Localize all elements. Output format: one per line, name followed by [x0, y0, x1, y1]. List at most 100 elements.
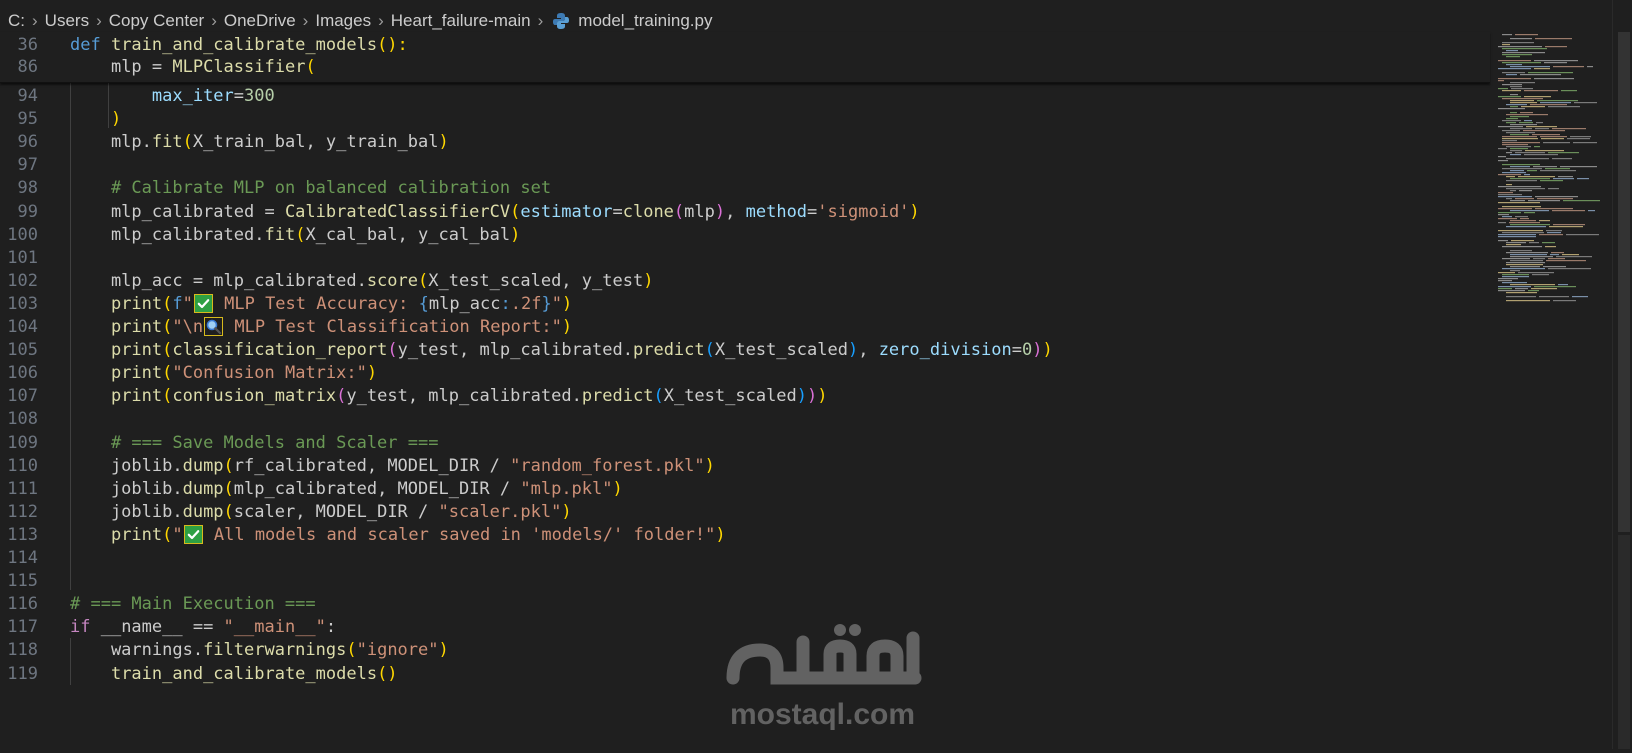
code-token: ( [162, 524, 173, 545]
minimap[interactable] [1490, 32, 1610, 749]
indent-guide [70, 82, 71, 591]
code-line[interactable]: 101 [0, 246, 1490, 270]
minimap-line [1506, 242, 1526, 244]
code-line[interactable]: 118 warnings.filterwarnings("ignore") [0, 638, 1490, 662]
chevron-right-icon: › [302, 11, 309, 30]
code-line[interactable]: 108 [0, 407, 1490, 431]
chevron-right-icon: › [378, 11, 384, 30]
code-token: , [725, 201, 746, 222]
breadcrumb-item[interactable]: Images [313, 11, 373, 31]
breadcrumb-item[interactable]: Users [43, 11, 91, 31]
code-line[interactable]: 110 joblib.dump(rf_calibrated, MODEL_DIR… [0, 454, 1490, 478]
code-line[interactable]: 116 # === Main Execution === [0, 592, 1490, 616]
breadcrumb-file[interactable]: model_training.py [576, 11, 714, 31]
minimap-line [1570, 136, 1591, 138]
code-text: # Calibrate MLP on balanced calibration … [70, 176, 551, 200]
breadcrumb-item[interactable]: Heart_failure-main [389, 11, 533, 31]
minimap-line [1502, 84, 1522, 86]
code-token: ) [1032, 340, 1043, 361]
code-line[interactable]: 109 # === Save Models and Scaler === [0, 431, 1490, 455]
minimap-line [1498, 60, 1531, 62]
minimap-line [1498, 240, 1508, 242]
code-line[interactable]: 94 max_iter=300 [0, 84, 1490, 108]
code-line[interactable]: 95 ) [0, 107, 1490, 131]
minimap-line [1560, 166, 1597, 168]
code-token: __name__ == [100, 617, 224, 638]
code-line[interactable]: 96 mlp.fit(X_train_bal, y_train_bal) [0, 130, 1490, 154]
code-line[interactable]: 114 [0, 546, 1490, 570]
minimap-line [1510, 210, 1549, 212]
code-token: MLPClassifier [172, 57, 306, 77]
code-line[interactable]: 117 if __name__ == "__main__": [0, 615, 1490, 639]
code-line[interactable]: 102 mlp_acc = mlp_calibrated.score(X_tes… [0, 269, 1490, 293]
line-number: 94 [17, 86, 38, 106]
minimap-line [1502, 142, 1540, 144]
minimap-line [1502, 62, 1541, 64]
minimap-line [1553, 178, 1574, 180]
minimap-line [1540, 102, 1571, 104]
scrollbar-thumb[interactable] [1618, 32, 1630, 532]
minimap-line [1515, 216, 1528, 218]
breadcrumb-item[interactable]: C: [6, 11, 27, 31]
code-line-sticky[interactable]: 86 mlp = MLPClassifier( [0, 55, 1490, 79]
code-line[interactable]: 115 [0, 569, 1490, 593]
code-text: mlp_calibrated.fit(X_cal_bal, y_cal_bal) [70, 223, 520, 247]
minimap-line [1510, 128, 1532, 130]
code-line[interactable]: 98 # Calibrate MLP on balanced calibrati… [0, 176, 1490, 200]
code-token: = [807, 201, 818, 222]
minimap-line [1553, 224, 1585, 226]
code-line[interactable]: 112 joblib.dump(scaler, MODEL_DIR / "sca… [0, 500, 1490, 524]
code-token: X_test_scaled, y_test [428, 270, 644, 291]
minimap-line [1519, 190, 1532, 192]
code-token: confusion_matrix [172, 386, 337, 407]
code-token: X_test_scaled [714, 340, 848, 361]
minimap-line [1506, 122, 1516, 124]
code-line[interactable]: 103 print(f" MLP Test Accuracy: {mlp_acc… [0, 292, 1490, 316]
minimap-line [1506, 262, 1545, 264]
code-line[interactable]: 104 print("\n MLP Test Classification Re… [0, 315, 1490, 339]
minimap-line [1529, 242, 1539, 244]
code-token: ) [909, 201, 920, 222]
code-token: " [551, 293, 562, 314]
minimap-line [1515, 34, 1538, 36]
code-line[interactable]: 99 mlp_calibrated = CalibratedClassifier… [0, 200, 1490, 224]
code-token: print [110, 340, 163, 361]
code-token: joblib. [70, 501, 183, 522]
code-line[interactable]: 105 print(classification_report(y_test, … [0, 338, 1490, 362]
code-editor[interactable]: 36 def train_and_calibrate_models(): 86 ml… [0, 32, 1490, 749]
code-token: ( [295, 224, 306, 245]
breadcrumb-item[interactable]: Copy Center [107, 11, 206, 31]
minimap-line [1510, 112, 1517, 114]
minimap-line [1502, 232, 1544, 234]
code-line-sticky[interactable]: 36 def train_and_calibrate_models(): [0, 33, 1490, 57]
minimap-line [1543, 142, 1570, 144]
minimap-line [1553, 300, 1576, 302]
code-line[interactable]: 97 [0, 153, 1490, 177]
minimap-line [1502, 34, 1512, 36]
code-line[interactable]: 107 print(confusion_matrix(y_test, mlp_c… [0, 384, 1490, 408]
code-token: "__main__" [223, 617, 326, 638]
code-line[interactable]: 111 joblib.dump(mlp_calibrated, MODEL_DI… [0, 477, 1490, 501]
minimap-line [1502, 268, 1545, 270]
check-mark-emoji-icon [193, 293, 213, 313]
code-token: print [110, 363, 163, 384]
sticky-scroll-header[interactable]: 36 def train_and_calibrate_models(): 86 ml… [0, 32, 1490, 83]
code-token: ) [643, 270, 654, 291]
code-token: # === Main Execution === [70, 594, 316, 615]
minimap-line [1558, 284, 1568, 286]
code-token: filterwarnings [203, 640, 347, 661]
minimap-line [1542, 242, 1555, 244]
breadcrumb-item[interactable]: OneDrive [222, 11, 298, 31]
code-line[interactable]: 106 print("Confusion Matrix:") [0, 361, 1490, 385]
minimap-line [1534, 146, 1540, 148]
code-text: print(classification_report(y_test, mlp_… [70, 338, 1053, 362]
minimap-line [1524, 90, 1558, 92]
code-token: # Calibrate MLP on balanced calibration … [110, 178, 552, 199]
minimap-line [1539, 220, 1550, 222]
minimap-line [1510, 250, 1532, 252]
code-line[interactable]: 100 mlp_calibrated.fit(X_cal_bal, y_cal_… [0, 223, 1490, 247]
code-line[interactable]: 119 train_and_calibrate_models() [0, 662, 1490, 686]
minimap-line [1545, 46, 1567, 48]
minimap-line [1535, 208, 1573, 210]
code-line[interactable]: 113 print(" All models and scaler saved … [0, 523, 1490, 547]
